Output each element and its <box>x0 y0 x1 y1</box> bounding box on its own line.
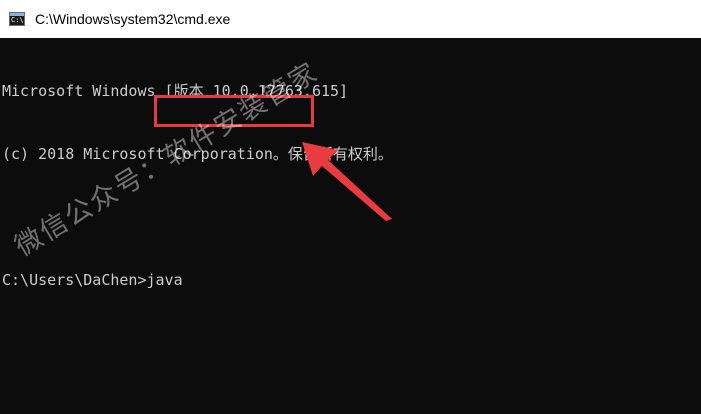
arrow-shape <box>302 142 392 221</box>
cmd-window: C:\. C:\Windows\system32\cmd.exe Microso… <box>0 0 701 414</box>
